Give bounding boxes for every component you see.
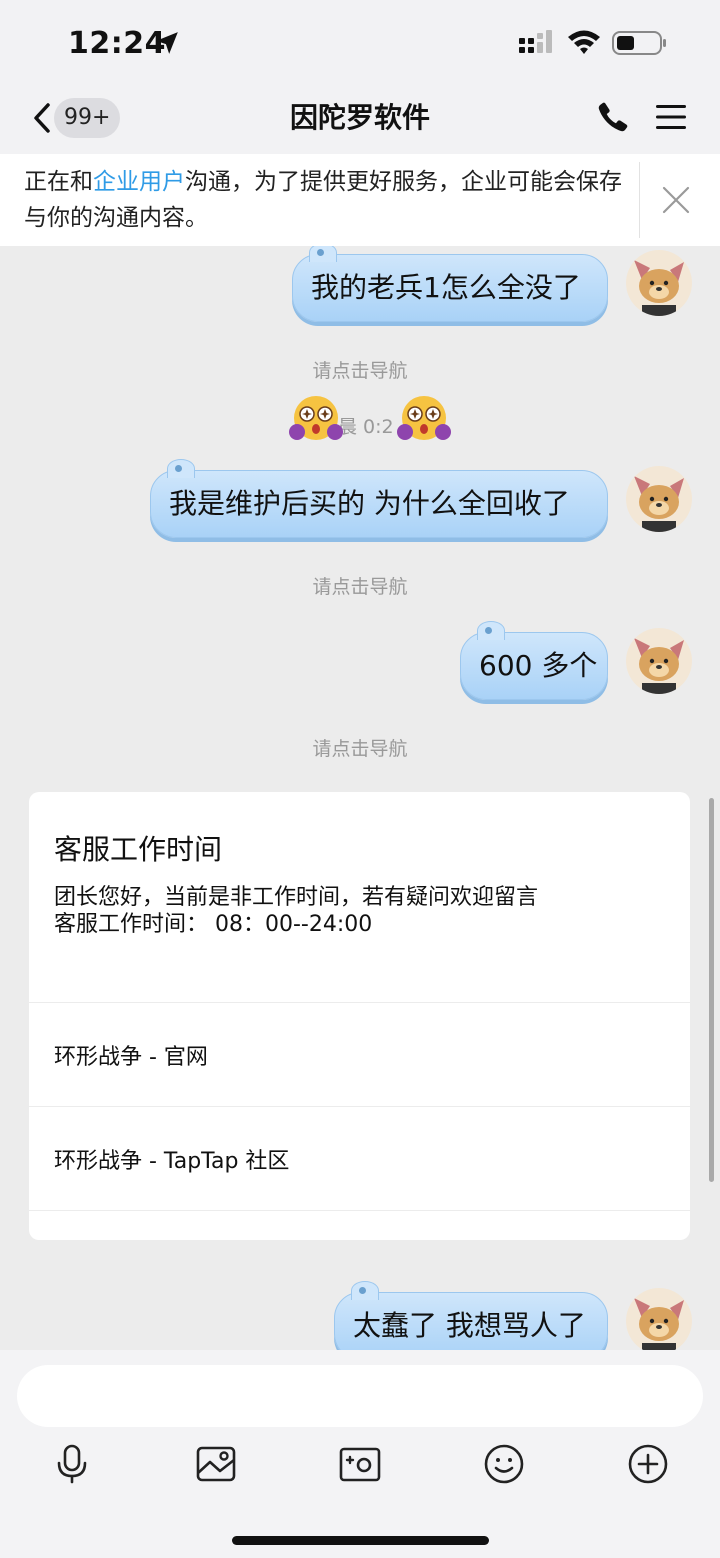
battery-icon: [612, 31, 666, 55]
image-icon[interactable]: [194, 1442, 238, 1486]
message-bubble[interactable]: 600 多个: [460, 621, 608, 700]
notice-text: 正在和企业用户沟通，为了提供更好服务，企业可能会保存与你的沟通内容。: [24, 164, 630, 236]
back-chevron-icon: [34, 103, 50, 133]
message-bubble[interactable]: 我的老兵1怎么全没了: [292, 246, 608, 322]
status-time: 12:24: [68, 26, 166, 61]
card-link-label: 环形战争 - 官网: [54, 1045, 208, 1070]
message-input[interactable]: [17, 1365, 703, 1427]
input-bar: [0, 1350, 720, 1558]
service-hours-card: 客服工作时间 团长您好，当前是非工作时间，若有疑问欢迎留言 客服工作时间： 08…: [29, 792, 690, 1240]
chat-area[interactable]: 我的老兵1怎么全没了 请点击导航 晨 0:2 我是维护后买的 为什么全回收了 请…: [0, 246, 720, 1350]
avatar[interactable]: [626, 466, 692, 532]
star-eyes-emoji-icon: [289, 396, 343, 440]
card-line-hours: 客服工作时间： 08：00--24:00: [54, 912, 373, 937]
card-link-more[interactable]: [29, 1210, 690, 1240]
wifi-icon: [568, 30, 600, 54]
message-bubble[interactable]: 太蠢了 我想骂人了: [334, 1281, 608, 1350]
emoji-icon[interactable]: [482, 1442, 526, 1486]
card-line-greeting: 团长您好，当前是非工作时间，若有疑问欢迎留言: [54, 885, 539, 910]
close-icon[interactable]: [658, 182, 694, 218]
card-title: 客服工作时间: [54, 833, 223, 866]
nav-hint: 请点击导航: [312, 738, 408, 760]
card-link-official-site[interactable]: 环形战争 - 官网: [29, 1002, 690, 1106]
card-link-taptap[interactable]: 环形战争 - TapTap 社区: [29, 1106, 690, 1210]
star-eyes-emoji-icon: [397, 396, 451, 440]
location-arrow-icon: [156, 32, 178, 54]
card-link-label: 环形战争 - TapTap 社区: [54, 1149, 290, 1174]
menu-icon[interactable]: [654, 102, 688, 132]
home-indicator[interactable]: [232, 1536, 489, 1545]
notice-divider: [639, 162, 640, 238]
phone-icon[interactable]: [596, 100, 630, 134]
chat-scrollbar[interactable]: [709, 798, 714, 1182]
avatar[interactable]: [626, 628, 692, 694]
plus-icon[interactable]: [626, 1442, 670, 1486]
chat-title: 因陀罗软件: [289, 101, 430, 134]
privacy-notice: 正在和企业用户沟通，为了提供更好服务，企业可能会保存与你的沟通内容。: [0, 154, 720, 246]
avatar[interactable]: [626, 250, 692, 316]
back-button[interactable]: 99+: [26, 96, 126, 140]
notice-prefix: 正在和: [24, 169, 93, 195]
timestamp: 晨 0:2: [338, 416, 394, 438]
unread-badge: 99+: [54, 98, 121, 138]
avatar[interactable]: [626, 1288, 692, 1350]
message-bubble[interactable]: 我是维护后买的 为什么全回收了: [150, 459, 608, 538]
card-body: 团长您好，当前是非工作时间，若有疑问欢迎留言 客服工作时间： 08：00--24…: [54, 884, 538, 938]
microphone-icon[interactable]: [50, 1442, 94, 1486]
signal-icon: [519, 30, 552, 53]
nav-hint: 请点击导航: [312, 360, 408, 382]
camera-icon[interactable]: [338, 1442, 382, 1486]
chat-header: 99+ 因陀罗软件: [0, 84, 720, 154]
notice-link-enterprise-user[interactable]: 企业用户: [93, 169, 185, 195]
status-bar: 12:24: [0, 0, 720, 84]
nav-hint: 请点击导航: [312, 576, 408, 598]
